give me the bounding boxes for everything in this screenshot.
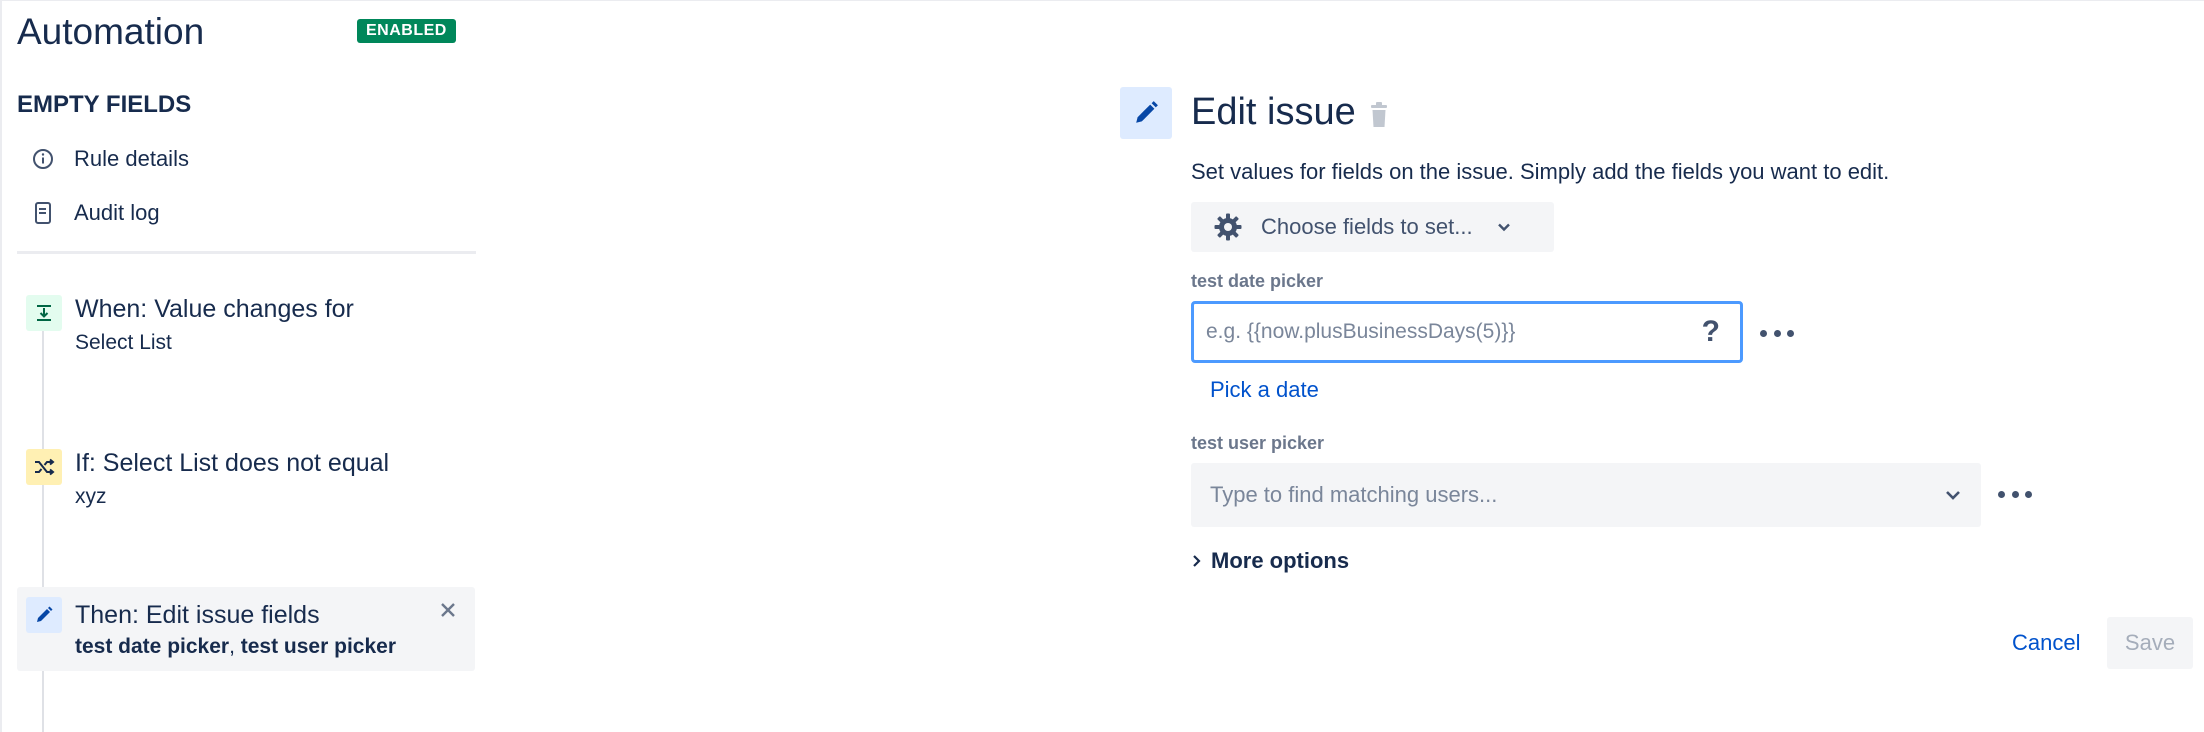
info-icon bbox=[30, 146, 56, 172]
editor-title: Edit issue bbox=[1191, 91, 1356, 133]
field-change-icon bbox=[26, 295, 62, 331]
user-field-input[interactable] bbox=[1210, 463, 1910, 527]
user-field-more-options-icon[interactable] bbox=[1998, 487, 2032, 501]
sidebar-divider bbox=[17, 251, 476, 254]
user-field-label: test user picker bbox=[1191, 433, 1325, 453]
pick-date-link[interactable]: Pick a date bbox=[1210, 375, 1319, 405]
rule-name: EMPTY FIELDS bbox=[17, 91, 192, 118]
status-badge: ENABLED bbox=[357, 19, 456, 43]
step-action-separator: , bbox=[229, 635, 241, 658]
save-button[interactable]: Save bbox=[2107, 617, 2193, 669]
step-condition-subtitle: xyz bbox=[75, 485, 107, 508]
nav-rule-details[interactable]: Rule details bbox=[30, 139, 189, 179]
edit-issue-pencil-icon bbox=[1120, 87, 1172, 139]
chevron-down-icon bbox=[1497, 223, 1510, 232]
step-action-title: Then: Edit issue fields bbox=[75, 601, 320, 629]
nav-audit-log[interactable]: Audit log bbox=[30, 193, 160, 233]
top-border bbox=[0, 0, 2204, 1]
left-border bbox=[0, 0, 2, 732]
date-field-more-options-icon[interactable] bbox=[1760, 326, 1794, 340]
date-field-input[interactable] bbox=[1206, 304, 1666, 360]
step-action[interactable]: Then: Edit issue fields test date picker… bbox=[17, 587, 475, 671]
chevron-down-icon[interactable] bbox=[1943, 485, 1963, 505]
help-question-icon[interactable]: ? bbox=[1702, 316, 1720, 348]
step-action-field-2: test user picker bbox=[240, 635, 396, 658]
choose-fields-label: Choose fields to set... bbox=[1261, 214, 1473, 239]
editor-description: Set values for fields on the issue. Simp… bbox=[1191, 159, 1890, 184]
more-options-toggle[interactable]: More options bbox=[1191, 546, 1349, 576]
document-icon bbox=[30, 200, 56, 226]
pencil-icon bbox=[26, 597, 62, 633]
date-field-label: test date picker bbox=[1191, 271, 1324, 291]
app-title: Automation bbox=[17, 11, 205, 52]
step-action-subtitle: test date picker, test user picker bbox=[75, 633, 396, 661]
step-trigger-subtitle: Select List bbox=[75, 331, 172, 354]
step-trigger-title: When: Value changes for bbox=[75, 295, 354, 323]
chevron-right-icon bbox=[1193, 555, 1201, 567]
user-field-wrapper bbox=[1191, 463, 1981, 527]
cancel-button[interactable]: Cancel bbox=[2012, 628, 2080, 658]
gear-icon bbox=[1214, 213, 1242, 241]
choose-fields-button[interactable]: Choose fields to set... bbox=[1191, 202, 1554, 252]
nav-audit-log-label: Audit log bbox=[74, 200, 160, 225]
delete-trash-icon[interactable] bbox=[1368, 102, 1392, 128]
remove-step-close-icon[interactable] bbox=[435, 597, 461, 623]
date-field-wrapper: ? bbox=[1191, 301, 1743, 363]
nav-rule-details-label: Rule details bbox=[74, 146, 189, 171]
step-condition-title: If: Select List does not equal bbox=[75, 449, 390, 477]
shuffle-icon bbox=[26, 449, 62, 485]
step-action-field-1: test date picker bbox=[75, 635, 230, 658]
step-condition[interactable]: If: Select List does not equal xyz bbox=[17, 437, 475, 527]
step-trigger[interactable]: When: Value changes for Select List bbox=[17, 283, 475, 373]
more-options-label: More options bbox=[1211, 548, 1350, 573]
